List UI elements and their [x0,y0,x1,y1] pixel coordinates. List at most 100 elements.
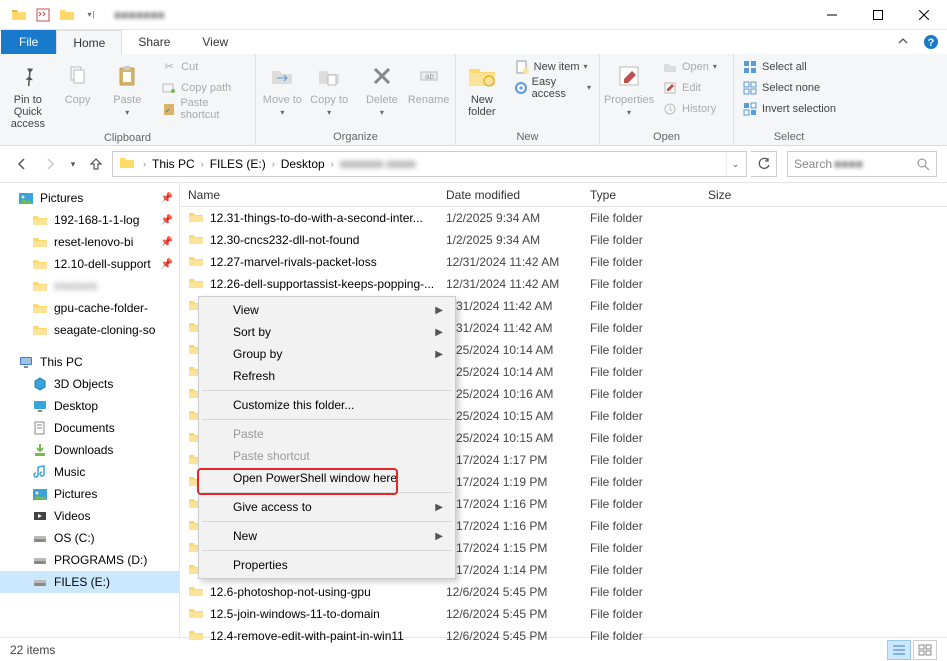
back-button[interactable] [10,152,34,176]
ctx-new[interactable]: New▶ [201,525,453,547]
column-size[interactable]: Size [700,183,780,206]
folder-icon [188,209,204,228]
pin-icon: 📌 [161,193,173,204]
breadcrumb-thispc[interactable]: This PC [148,152,199,176]
home-tab[interactable]: Home [56,30,122,54]
ribbon-expand-button[interactable] [891,30,915,54]
column-name[interactable]: Name [180,183,438,206]
minimize-button[interactable] [809,0,855,30]
breadcrumb-drive[interactable]: FILES (E:) [206,152,270,176]
copy-button[interactable]: Copy [54,56,102,106]
sidebar-item[interactable]: gpu-cache-folder- [0,297,179,319]
help-button[interactable]: ? [919,30,943,54]
folder-icon [56,4,78,26]
search-input[interactable]: Search■■■■ [787,151,937,177]
table-row[interactable]: 12.30-cncs232-dll-not-found1/2/2025 9:34… [180,229,947,251]
close-button[interactable] [901,0,947,30]
qat-dropdown-icon[interactable]: ▾| [80,4,102,26]
sidebar-item[interactable]: Downloads [0,439,179,461]
column-date[interactable]: Date modified [438,183,582,206]
ctx-group-by[interactable]: Group by▶ [201,343,453,365]
ctx-sort-by[interactable]: Sort by▶ [201,321,453,343]
sidebar-item[interactable]: PROGRAMS (D:) [0,549,179,571]
pin-to-quick-access-button[interactable]: Pin to Quick access [4,56,52,130]
select-all-button[interactable]: Select all [738,56,840,77]
chevron-right-icon[interactable]: › [141,159,148,169]
folder-icon [188,275,204,294]
sidebar-item[interactable]: Documents [0,417,179,439]
qat-properties-icon[interactable] [32,4,54,26]
sidebar-item[interactable]: 3D Objects [0,373,179,395]
open-button[interactable]: Open ▾ [658,56,721,77]
rename-button[interactable]: ab Rename [406,56,451,106]
file-tab[interactable]: File [1,30,56,54]
table-row[interactable]: 12.31-things-to-do-with-a-second-inter..… [180,207,947,229]
breadcrumb-current[interactable]: ■■■■■■ ■■■■ [336,152,726,176]
chevron-right-icon[interactable]: › [329,159,336,169]
sidebar-item[interactable]: Pictures📌 [0,187,179,209]
table-row[interactable]: 12.5-join-windows-11-to-domain12/6/2024 … [180,603,947,625]
breadcrumb-dropdown[interactable]: ⌄ [726,152,744,176]
copy-path-button[interactable]: Copy path [157,77,251,98]
sidebar-item[interactable]: Music [0,461,179,483]
sidebar-item[interactable]: 192-168-1-1-log📌 [0,209,179,231]
table-row[interactable]: 12.6-photoshop-not-using-gpu12/6/2024 5:… [180,581,947,603]
desktop-icon [32,398,48,414]
ctx-refresh[interactable]: Refresh [201,365,453,387]
ctx-give-access[interactable]: Give access to▶ [201,496,453,518]
cut-button[interactable]: ✂ Cut [157,56,251,77]
breadcrumb-desktop[interactable]: Desktop [277,152,329,176]
sidebar-item[interactable]: FILES (E:) [0,571,179,593]
select-none-button[interactable]: Select none [738,77,840,98]
downloads-icon [32,442,48,458]
view-tab[interactable]: View [186,30,244,54]
ctx-customize-folder[interactable]: Customize this folder... [201,394,453,416]
new-folder-icon [466,60,498,92]
sidebar-item[interactable]: ■■■■■■ [0,275,179,297]
share-tab[interactable]: Share [122,30,186,54]
column-type[interactable]: Type [582,183,700,206]
invert-selection-button[interactable]: Invert selection [738,98,840,119]
sidebar-item[interactable]: reset-lenovo-bi📌 [0,231,179,253]
recent-dropdown[interactable]: ▾ [66,152,80,176]
paste-shortcut-button[interactable]: Paste shortcut [157,98,251,119]
up-button[interactable] [84,152,108,176]
thispc-icon [18,354,34,370]
ctx-properties[interactable]: Properties [201,554,453,576]
sidebar-item[interactable]: 12.10-dell-support📌 [0,253,179,275]
table-row[interactable]: 12.4-remove-edit-with-paint-in-win1112/6… [180,625,947,647]
svg-text:ab: ab [425,72,434,81]
easy-access-button[interactable]: Easy access ▾ [510,77,595,98]
sidebar-item[interactable]: Videos [0,505,179,527]
copy-icon [62,60,94,92]
forward-button[interactable] [38,152,62,176]
sidebar-item[interactable]: Desktop [0,395,179,417]
properties-button[interactable]: Properties ▾ [604,56,654,117]
edit-button[interactable]: Edit [658,77,721,98]
address-bar: ▾ › This PC › FILES (E:) › Desktop › ■■■… [0,146,947,182]
copy-to-button[interactable]: Copy to ▾ [307,56,352,117]
new-folder-button[interactable]: New folder [460,56,504,118]
history-button[interactable]: History [658,98,721,119]
sidebar-item[interactable]: seagate-cloning-so [0,319,179,341]
breadcrumb[interactable]: › This PC › FILES (E:) › Desktop › ■■■■■… [112,151,747,177]
drive-icon [32,530,48,546]
delete-button[interactable]: Delete ▾ [360,56,405,117]
chevron-right-icon: ▶ [435,502,443,513]
ctx-view[interactable]: View▶ [201,299,453,321]
chevron-right-icon[interactable]: › [270,159,277,169]
refresh-button[interactable] [751,151,777,177]
history-icon [662,101,678,117]
sidebar-item[interactable]: Pictures [0,483,179,505]
sidebar-item[interactable]: This PC [0,351,179,373]
maximize-button[interactable] [855,0,901,30]
ribbon-group-select: Select all Select none Invert selection … [734,54,844,145]
paste-button[interactable]: Paste ▾ [103,56,151,117]
new-item-button[interactable]: New item ▾ [510,56,595,77]
chevron-right-icon[interactable]: › [199,159,206,169]
move-to-button[interactable]: Move to ▾ [260,56,305,117]
ctx-open-powershell[interactable]: Open PowerShell window here [201,467,453,489]
table-row[interactable]: 12.27-marvel-rivals-packet-loss12/31/202… [180,251,947,273]
sidebar-item[interactable]: OS (C:) [0,527,179,549]
table-row[interactable]: 12.26-dell-supportassist-keeps-popping-.… [180,273,947,295]
